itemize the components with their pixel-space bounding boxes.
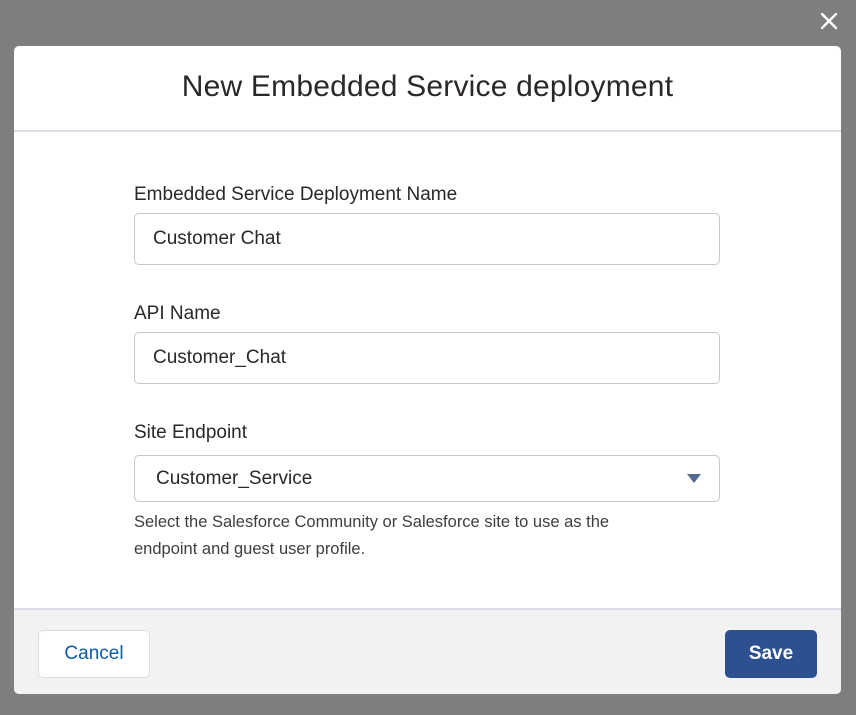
- deployment-name-input[interactable]: [134, 213, 720, 265]
- site-endpoint-select[interactable]: Customer_Service: [134, 455, 720, 502]
- site-endpoint-label: Site Endpoint: [134, 422, 248, 443]
- modal-title: New Embedded Service deployment: [181, 70, 674, 103]
- modal-dialog: New Embedded Service deployment Embedded…: [14, 46, 841, 694]
- modal-header: New Embedded Service deployment: [14, 46, 841, 132]
- close-icon: [816, 8, 842, 34]
- help-text-line-1: Select the Salesforce Community or Sales…: [134, 513, 610, 531]
- api-name-input[interactable]: [134, 332, 720, 384]
- modal-footer: Cancel Save: [14, 608, 841, 694]
- close-modal-button[interactable]: [816, 8, 842, 34]
- site-endpoint-help-text: Select the Salesforce Community or Sales…: [134, 509, 714, 563]
- api-name-label: API Name: [134, 303, 221, 324]
- site-endpoint-selected-value: Customer_Service: [156, 468, 313, 489]
- deployment-name-label: Embedded Service Deployment Name: [134, 184, 458, 205]
- help-text-line-2: endpoint and guest user profile.: [134, 540, 366, 558]
- save-button[interactable]: Save: [725, 630, 817, 678]
- chevron-down-icon: [687, 474, 701, 483]
- modal-body: Embedded Service Deployment Name API Nam…: [14, 132, 841, 608]
- cancel-button[interactable]: Cancel: [38, 630, 150, 678]
